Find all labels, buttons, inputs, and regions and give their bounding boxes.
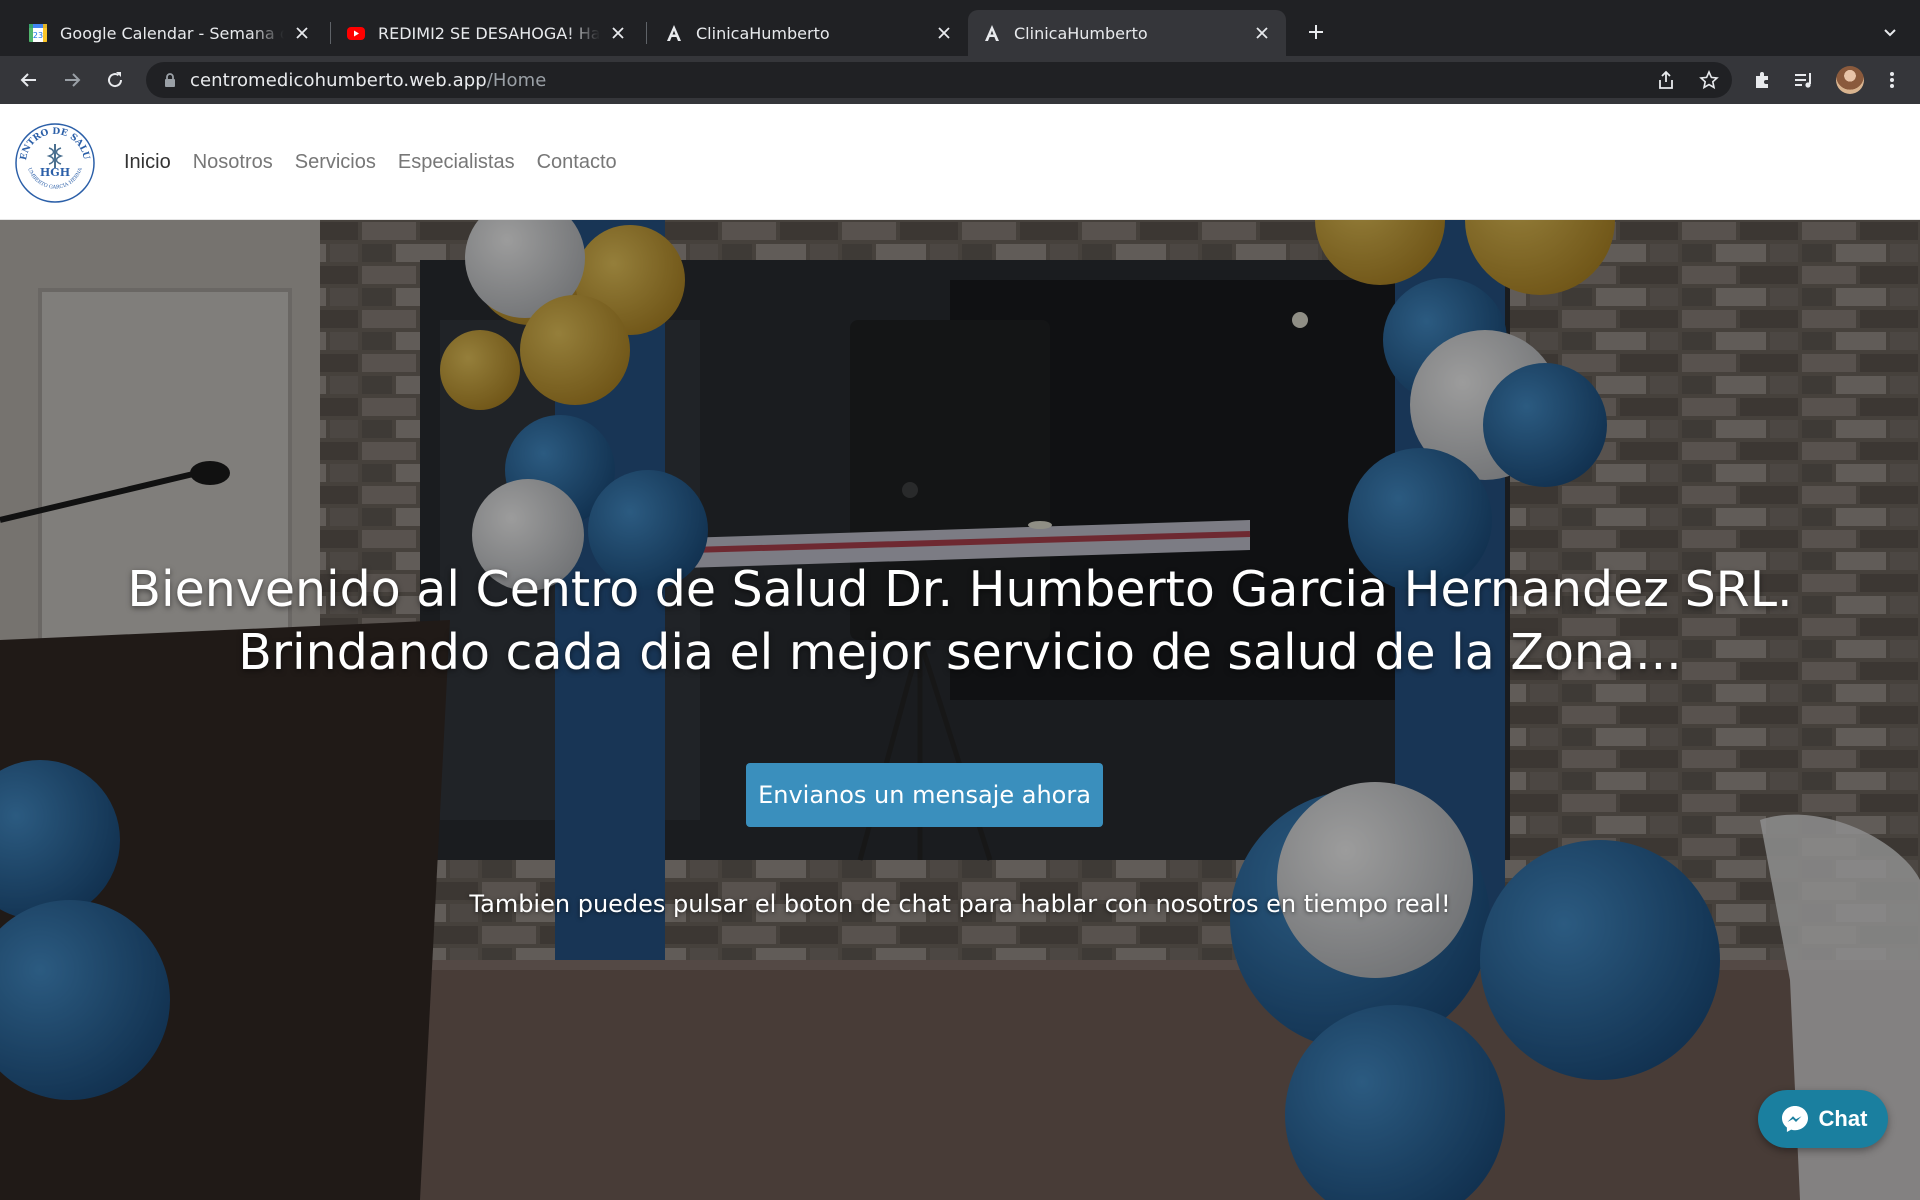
hero-subtitle: Tambien puedes pulsar el boton de chat p… bbox=[469, 890, 1451, 918]
google-calendar-icon: 23 bbox=[28, 23, 48, 43]
browser-tab-bar: 23 Google Calendar - Semana del REDIMI2 … bbox=[0, 0, 1920, 56]
media-queue-icon[interactable] bbox=[1792, 68, 1816, 92]
tab-divider bbox=[330, 22, 331, 44]
tab-title: Google Calendar - Semana del bbox=[60, 23, 284, 43]
hero-section: Bienvenido al Centro de Salud Dr. Humber… bbox=[0, 220, 1920, 1200]
new-tab-plus-icon[interactable] bbox=[1302, 18, 1330, 46]
tab-title: REDIMI2 SE DESAHOGA! Habla bbox=[378, 23, 600, 43]
url-host: centromedicohumberto.web.app bbox=[190, 69, 487, 91]
svg-text:HGH: HGH bbox=[40, 166, 70, 179]
close-icon[interactable] bbox=[292, 23, 312, 43]
hero-dark-overlay bbox=[0, 220, 1920, 1200]
site-nav-links: Inicio Nosotros Servicios Especialistas … bbox=[124, 104, 639, 220]
browser-tab-youtube[interactable]: REDIMI2 SE DESAHOGA! Habla bbox=[332, 10, 642, 56]
chat-button-label: Chat bbox=[1818, 1106, 1868, 1131]
reload-icon[interactable] bbox=[99, 64, 131, 96]
tab-title: ClinicaHumberto bbox=[696, 23, 830, 43]
browser-tab-clinica-1[interactable]: ClinicaHumberto bbox=[650, 10, 968, 56]
close-icon[interactable] bbox=[1252, 23, 1272, 43]
chat-button[interactable]: Chat bbox=[1758, 1090, 1888, 1148]
messenger-icon bbox=[1781, 1106, 1808, 1132]
nav-link-contacto[interactable]: Contacto bbox=[537, 151, 617, 174]
angular-icon bbox=[982, 23, 1002, 43]
profile-avatar[interactable] bbox=[1836, 66, 1864, 94]
chevron-down-icon[interactable] bbox=[1878, 20, 1902, 44]
hero-title-line1: Bienvenido al Centro de Salud Dr. Humber… bbox=[127, 561, 1793, 618]
nav-link-inicio[interactable]: Inicio bbox=[124, 151, 171, 174]
url-text[interactable]: centromedicohumberto.web.app/Home bbox=[190, 70, 546, 91]
back-arrow-icon[interactable] bbox=[13, 64, 45, 96]
address-bar[interactable]: centromedicohumberto.web.app/Home bbox=[146, 62, 1732, 98]
site-navbar: CENTRO DE SALUD DR. HUMBERTO GARCIA HERN… bbox=[0, 104, 1920, 220]
hero-title-line2: Brindando cada dia el mejor servicio de … bbox=[238, 624, 1682, 681]
forward-arrow-icon[interactable] bbox=[56, 64, 88, 96]
clinic-logo[interactable]: CENTRO DE SALUD DR. HUMBERTO GARCIA HERN… bbox=[10, 115, 96, 204]
send-message-button[interactable]: Envianos un mensaje ahora bbox=[746, 763, 1103, 827]
svg-text:23: 23 bbox=[33, 31, 43, 40]
share-icon[interactable] bbox=[1654, 68, 1678, 92]
browser-toolbar: centromedicohumberto.web.app/Home bbox=[0, 56, 1920, 104]
more-vert-icon[interactable] bbox=[1880, 68, 1904, 92]
hero-title: Bienvenido al Centro de Salud Dr. Humber… bbox=[0, 558, 1920, 684]
nav-link-especialistas[interactable]: Especialistas bbox=[398, 151, 515, 174]
tab-divider bbox=[646, 22, 647, 44]
lock-icon[interactable] bbox=[162, 72, 178, 88]
close-icon[interactable] bbox=[934, 23, 954, 43]
close-icon[interactable] bbox=[608, 23, 628, 43]
angular-icon bbox=[664, 23, 684, 43]
browser-tab-google-calendar[interactable]: 23 Google Calendar - Semana del bbox=[14, 10, 326, 56]
browser-tab-clinica-active[interactable]: ClinicaHumberto bbox=[968, 10, 1286, 56]
nav-link-servicios[interactable]: Servicios bbox=[295, 151, 376, 174]
tab-title: ClinicaHumberto bbox=[1014, 23, 1148, 43]
nav-link-nosotros[interactable]: Nosotros bbox=[193, 151, 273, 174]
youtube-icon bbox=[346, 23, 366, 43]
bookmark-star-icon[interactable] bbox=[1697, 68, 1721, 92]
extensions-puzzle-icon[interactable] bbox=[1750, 68, 1774, 92]
url-path: /Home bbox=[486, 69, 547, 91]
